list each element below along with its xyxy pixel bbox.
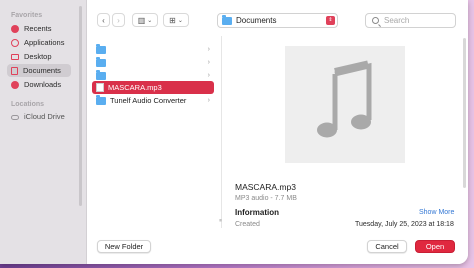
sidebar-item-desktop[interactable]: Desktop — [7, 50, 71, 63]
group-button[interactable]: ⊞ ⌄ — [163, 13, 189, 27]
cancel-button[interactable]: Cancel — [367, 240, 407, 253]
preview-scrollbar[interactable] — [463, 38, 466, 188]
favorites-header: Favorites — [11, 12, 43, 19]
preview-thumbnail — [285, 46, 405, 163]
audio-file-icon — [96, 83, 104, 92]
chevron-down-icon: ⌄ — [177, 17, 183, 24]
folder-icon — [96, 69, 106, 80]
sidebar-item-applications[interactable]: Applications — [7, 36, 71, 49]
show-more-link[interactable]: Show More — [419, 209, 454, 216]
list-item[interactable]: › — [92, 43, 214, 56]
forward-button[interactable]: › — [112, 13, 125, 27]
list-item[interactable]: › — [92, 56, 214, 69]
created-label: Created — [235, 221, 260, 228]
file-list: › › › MASCARA.mp3 Tunelf Audio Converter… — [88, 40, 218, 226]
search-field[interactable]: Search — [365, 13, 456, 28]
sidebar-item-label: Documents — [23, 66, 61, 75]
open-button[interactable]: Open — [415, 240, 455, 253]
sidebar-item-label: Applications — [24, 38, 65, 47]
document-icon — [11, 66, 18, 75]
new-folder-button[interactable]: New Folder — [97, 240, 151, 253]
folder-icon — [96, 94, 106, 105]
desktop-icon — [11, 53, 19, 60]
search-placeholder: Search — [384, 16, 410, 25]
columns-view-icon: ▥ — [137, 15, 146, 25]
back-button[interactable]: ‹ — [97, 13, 110, 27]
search-icon — [372, 17, 379, 24]
sidebar: Favorites Recents Applications Desktop D… — [0, 0, 87, 264]
chevron-down-icon: ⌄ — [147, 17, 153, 24]
chevron-left-icon: ‹ — [102, 15, 105, 25]
sidebar-item-label: Recents — [24, 24, 52, 33]
location-popup[interactable]: Documents ⇕ — [217, 13, 338, 28]
clock-icon — [11, 24, 19, 33]
column-divider[interactable] — [221, 36, 222, 228]
music-note-icon — [317, 60, 372, 138]
folder-icon — [96, 43, 106, 54]
created-value: Tuesday, July 25, 2023 at 18:18 — [355, 221, 454, 228]
chevron-right-icon: › — [117, 15, 120, 25]
sidebar-item-label: Downloads — [24, 80, 62, 89]
sidebar-item-downloads[interactable]: Downloads — [7, 78, 71, 91]
sidebar-scrollbar[interactable] — [79, 6, 82, 206]
chevron-right-icon: › — [207, 97, 210, 104]
up-down-arrows-icon: ⇕ — [326, 16, 335, 25]
list-item-selected[interactable]: MASCARA.mp3 — [92, 81, 214, 94]
sidebar-item-documents[interactable]: Documents — [7, 64, 71, 77]
grid-icon: ⊞ — [169, 15, 176, 25]
information-heading: Information — [235, 208, 279, 217]
sidebar-item-label: Desktop — [24, 52, 52, 61]
sidebar-item-label: iCloud Drive — [24, 112, 65, 121]
chevron-right-icon: › — [207, 59, 210, 66]
folder-icon — [96, 56, 106, 67]
folder-icon — [222, 14, 232, 25]
column-resize-handle[interactable]: ⏸ — [219, 218, 222, 225]
preview-file-meta: MP3 audio - 7.7 MB — [235, 195, 297, 202]
cloud-icon — [11, 115, 19, 120]
list-item[interactable]: Tunelf Audio Converter › — [92, 94, 214, 107]
chevron-right-icon: › — [207, 46, 210, 53]
open-file-dialog: Favorites Recents Applications Desktop D… — [0, 0, 468, 264]
location-label: Documents — [236, 16, 277, 25]
sidebar-item-icloud-drive[interactable]: iCloud Drive — [7, 110, 71, 123]
view-mode-button[interactable]: ▥ ⌄ — [132, 13, 158, 27]
locations-header: Locations — [11, 101, 45, 108]
list-item-label: MASCARA.mp3 — [108, 83, 162, 92]
preview-filename: MASCARA.mp3 — [235, 182, 296, 192]
list-item-label: Tunelf Audio Converter — [110, 96, 187, 105]
applications-icon — [11, 38, 19, 47]
download-icon — [11, 80, 19, 89]
sidebar-item-recents[interactable]: Recents — [7, 22, 71, 35]
chevron-right-icon: › — [207, 72, 210, 79]
